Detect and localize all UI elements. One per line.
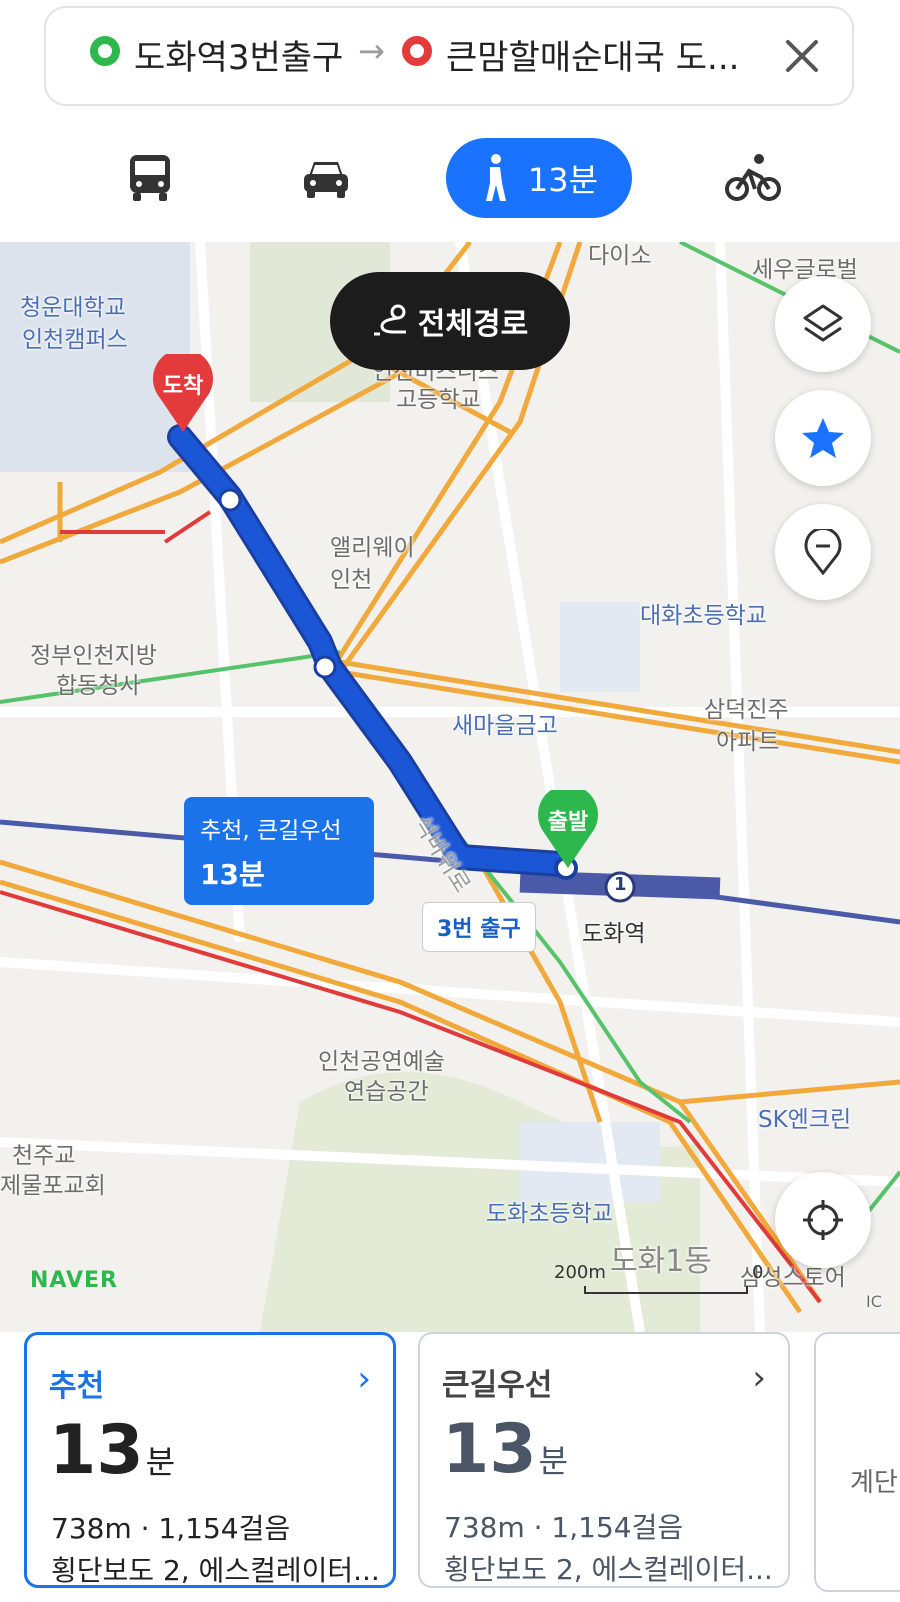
overview-label: 전체경로 — [417, 307, 529, 342]
car-icon — [304, 162, 348, 198]
layers-icon — [803, 304, 843, 342]
map-label-station[interactable]: 도화역 — [582, 914, 645, 948]
map-label-school-2[interactable]: 고등학교 — [396, 380, 481, 414]
map-label-dohwa-school[interactable]: 도화초등학교 — [486, 1194, 613, 1228]
route-card-recommended[interactable]: 추천 › 13분 738m · 1,154걸음 횡단보도 2, 에스컬레이터..… — [24, 1332, 396, 1588]
map-label-sk[interactable]: SK엔크린 — [758, 1100, 851, 1134]
map-label-alleyway[interactable]: 앨리웨이 — [330, 528, 415, 562]
tab-car[interactable] — [286, 138, 366, 218]
map-label-chungwoon-campus[interactable]: 인천캠퍼스 — [22, 320, 128, 354]
bike-icon — [725, 154, 781, 201]
destination-text[interactable]: 큰맘할매순대국 도... — [446, 30, 739, 79]
route-card-stairs-label: 계단 — [850, 1468, 898, 1498]
route-bubble[interactable]: 추천, 큰길우선 13분 — [184, 797, 374, 905]
origin-dot-icon — [90, 36, 120, 66]
scale-zero: 0 — [752, 1262, 764, 1283]
route-icon — [373, 304, 406, 336]
map-label-church-2[interactable]: 제물포교회 — [0, 1166, 106, 1200]
destination-dot-icon — [402, 36, 432, 66]
naver-logo: NAVER — [30, 1268, 118, 1293]
map-label-gov-2[interactable]: 합동청사 — [56, 666, 141, 700]
time-value: 13 — [49, 1411, 144, 1490]
overview-button[interactable]: 전체경로 — [330, 272, 570, 370]
route-card-info: 횡단보도 2, 에스컬레이터... — [444, 1553, 773, 1586]
route-options: 추천 › 13분 738m · 1,154걸음 횡단보도 2, 에스컬레이터..… — [0, 1332, 900, 1602]
tab-walk[interactable]: 13분 — [446, 138, 632, 218]
departure-pin[interactable]: 출발 — [535, 784, 601, 870]
map-label-gov[interactable]: 정부인천지방 — [30, 636, 157, 670]
arrival-pin[interactable]: 도착 — [150, 348, 216, 434]
exit-label[interactable]: 3번 출구 — [422, 902, 536, 952]
route-card-distance: 738m · 1,154걸음 — [51, 1512, 291, 1545]
crosshair-icon — [803, 1200, 843, 1240]
tab-bike[interactable] — [710, 138, 796, 218]
map-label-saemaul[interactable]: 새마을금고 — [452, 706, 558, 740]
route-card-main-road[interactable]: 큰길우선 › 13분 738m · 1,154걸음 횡단보도 2, 에스컬레이터… — [418, 1332, 790, 1588]
scale-bar — [584, 1286, 748, 1294]
tab-bus[interactable] — [110, 138, 190, 218]
star-icon — [802, 418, 844, 458]
time-value: 13 — [442, 1410, 537, 1489]
route-card-time: 13분 — [442, 1410, 568, 1489]
map-label-daehwa-school[interactable]: 대화초등학교 — [640, 596, 767, 630]
arrow-right-icon: → — [358, 32, 385, 70]
route-bubble-name: 추천, 큰길우선 — [200, 818, 342, 844]
departure-pin-label: 출발 — [547, 810, 589, 835]
map-label-ic: IC — [866, 1292, 882, 1311]
transport-mode-tabs: 13분 — [0, 120, 900, 240]
walk-duration: 13분 — [527, 161, 599, 199]
route-card-time: 13분 — [49, 1411, 175, 1490]
walk-icon — [485, 154, 506, 201]
bus-icon — [130, 155, 170, 201]
location-pin-icon — [804, 529, 842, 575]
route-card-title: 추천 — [49, 1369, 105, 1404]
scale-label: 200m — [554, 1262, 606, 1283]
location-pin-button[interactable] — [775, 504, 871, 600]
map-label-samdeok[interactable]: 삼덕진주 — [704, 690, 789, 724]
route-search-bar[interactable]: 도화역3번출구 → 큰맘할매순대국 도... — [44, 6, 854, 106]
route-card-info: 횡단보도 2, 에스컬레이터... — [51, 1554, 380, 1587]
map-view[interactable]: 다이소 세우글로벌 청운대학교 인천캠퍼스 인천비즈니스 고등학교 앨리웨이 인… — [0, 242, 900, 1332]
map-label-samdeok-2[interactable]: 아파트 — [716, 722, 779, 756]
map-label-dong: 도화1동 — [610, 1244, 712, 1279]
route-card-title: 큰길우선 — [442, 1368, 553, 1403]
chevron-right-icon: › — [752, 1358, 766, 1398]
map-label-daiso[interactable]: 다이소 — [588, 242, 651, 270]
route-card-stairs[interactable]: 계단 — [814, 1332, 900, 1592]
map-label-church[interactable]: 천주교 — [12, 1136, 75, 1170]
arrival-pin-label: 도착 — [162, 374, 204, 399]
map-label-performance[interactable]: 인천공연예술 — [318, 1042, 445, 1076]
origin-text[interactable]: 도화역3번출구 — [134, 30, 343, 79]
layers-button[interactable] — [775, 276, 871, 372]
chevron-right-icon: › — [357, 1359, 371, 1399]
time-unit: 분 — [145, 1443, 176, 1481]
map-label-chungwoon[interactable]: 청운대학교 — [20, 288, 126, 322]
my-location-button[interactable] — [775, 1172, 871, 1268]
route-bubble-time: 13분 — [200, 858, 265, 891]
favorite-button[interactable] — [775, 390, 871, 486]
station-line-number: 1 — [614, 874, 627, 895]
close-icon[interactable] — [782, 36, 822, 76]
map-label-performance-2[interactable]: 연습공간 — [344, 1072, 429, 1106]
route-card-distance: 738m · 1,154걸음 — [444, 1511, 684, 1544]
map-label-alleyway-2[interactable]: 인천 — [330, 560, 372, 594]
time-unit: 분 — [538, 1442, 569, 1480]
